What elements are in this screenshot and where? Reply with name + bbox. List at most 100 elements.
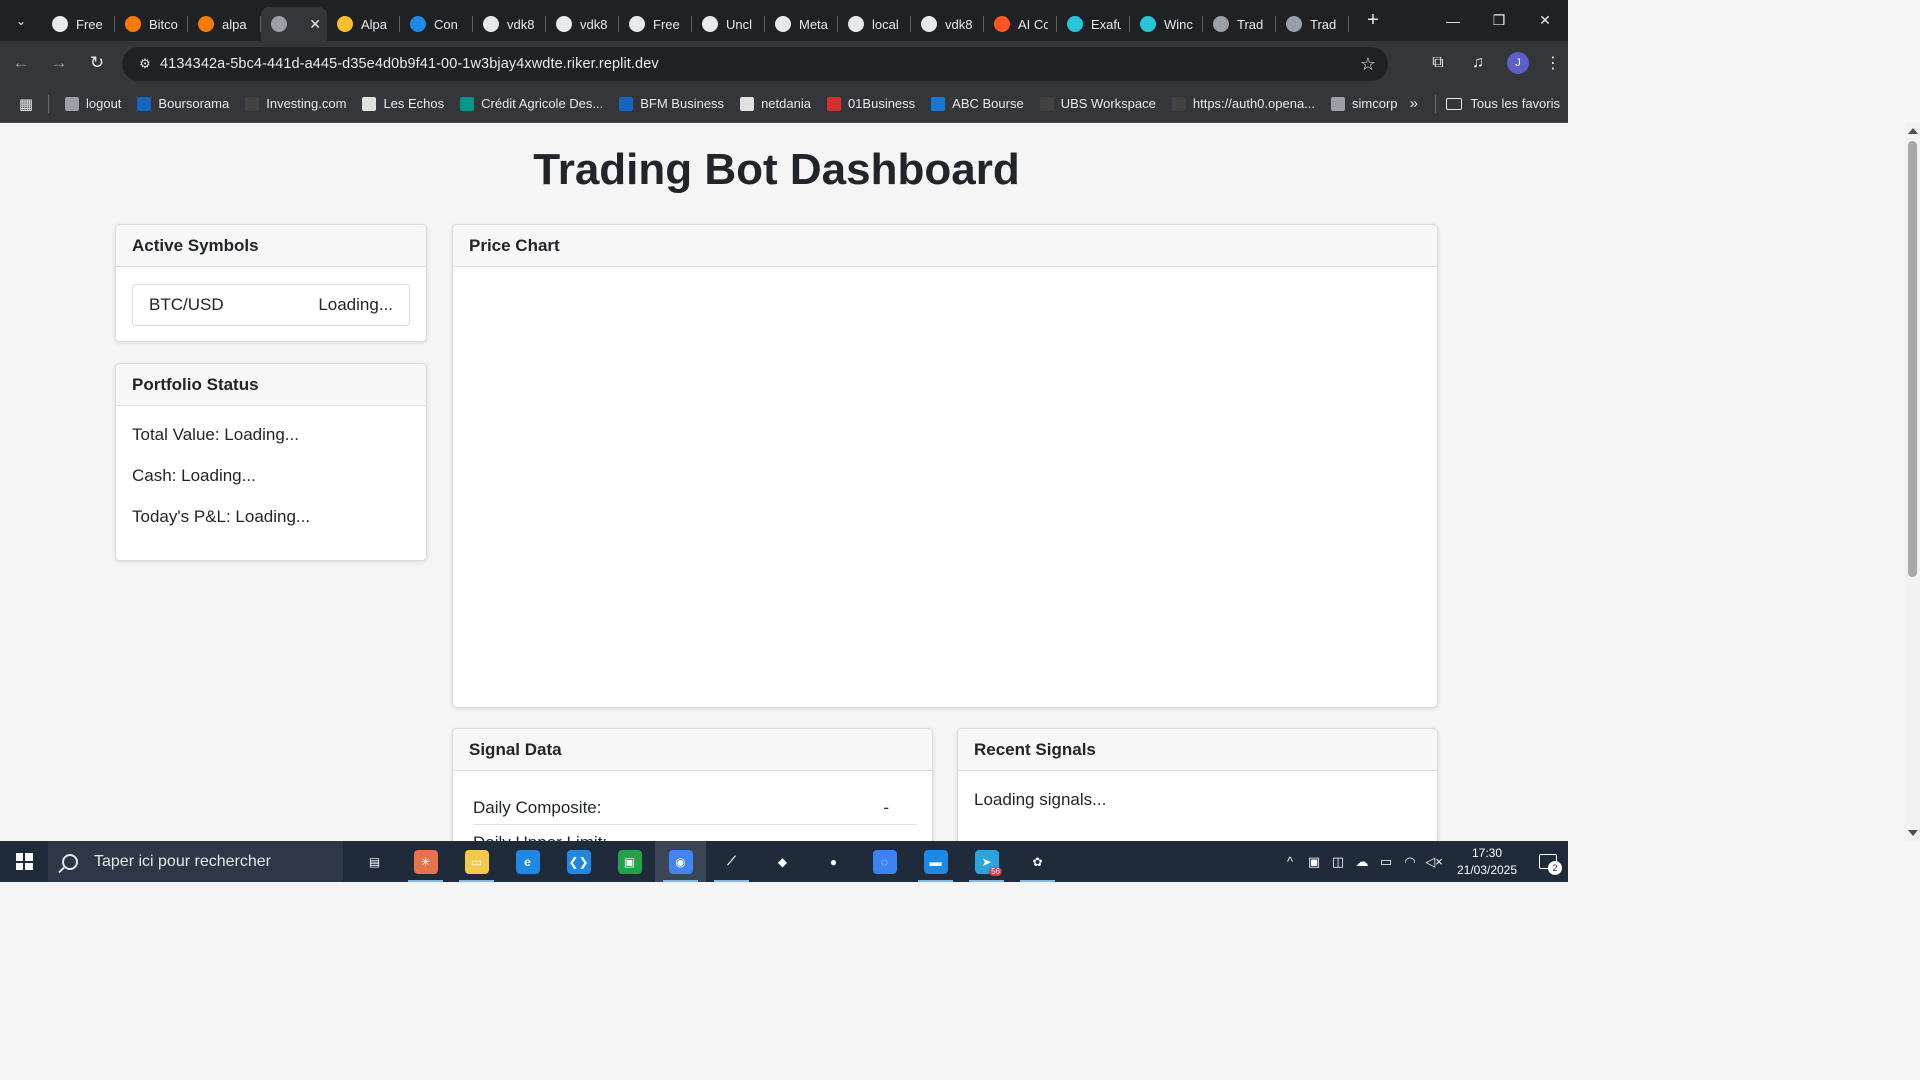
browser-tab[interactable]: Trad — [1276, 7, 1349, 41]
vscode-icon: ❮❯ — [566, 849, 591, 874]
tab-search-button[interactable]: ⌄ — [6, 6, 36, 36]
doc-icon — [702, 16, 718, 32]
taskbar-app[interactable]: ◉ — [655, 841, 706, 882]
taskbar-app[interactable]: ⟋ — [706, 841, 757, 882]
bookmark-item[interactable]: logout — [57, 90, 129, 118]
paypal-icon — [410, 16, 426, 32]
browser-tab[interactable]: Con — [400, 7, 473, 41]
taskbar-app[interactable]: ▭ — [451, 841, 502, 882]
page-scrollbar[interactable] — [1905, 123, 1920, 841]
notification-center-button[interactable]: 2 — [1528, 841, 1568, 882]
browser-tab[interactable]: Free — [42, 7, 115, 41]
browser-tab[interactable]: Bitco — [115, 7, 188, 41]
browser-tab[interactable]: Meta — [765, 7, 838, 41]
taskbar-app[interactable]: ❮❯ — [553, 841, 604, 882]
bookmark-item[interactable]: Crédit Agricole Des... — [452, 90, 611, 118]
cash-value: Cash: Loading... — [132, 466, 256, 485]
card-header: Signal Data — [453, 729, 932, 771]
minimize-button[interactable]: — — [1430, 0, 1476, 41]
profile-avatar[interactable]: J — [1507, 52, 1529, 74]
more-bookmarks-icon[interactable]: » — [1410, 95, 1418, 112]
browser-tab[interactable]: Uncl — [692, 7, 765, 41]
close-tab-icon[interactable]: ✕ — [309, 16, 321, 33]
browser-tab[interactable]: local — [838, 7, 911, 41]
browser-tab[interactable]: ✕ — [261, 7, 327, 41]
bookmark-item[interactable]: https://auth0.opena... — [1164, 90, 1323, 118]
media-control-icon[interactable]: ♫ — [1458, 46, 1498, 80]
clock[interactable]: 17:30 21/03/2025 — [1446, 845, 1528, 879]
address-bar[interactable]: ⚙ 4134342a-5bc4-441d-a445-d35e4d0b9f41-0… — [122, 47, 1388, 81]
taskbar-app[interactable]: ● — [808, 841, 859, 882]
speaker-muted-icon[interactable]: ◁× — [1422, 854, 1446, 870]
bookmark-item[interactable]: 01Business — [819, 90, 923, 118]
reload-button[interactable]: ↻ — [80, 46, 114, 80]
tray-app-icon[interactable]: ▣ — [1302, 854, 1326, 870]
bookmark-star-icon[interactable]: ☆ — [1360, 54, 1376, 75]
start-button[interactable] — [0, 841, 48, 882]
forward-button[interactable]: → — [42, 46, 76, 80]
all-bookmarks-button[interactable]: Tous les favoris — [1446, 96, 1560, 111]
browser-tab[interactable]: AI Co — [984, 7, 1057, 41]
bookmark-item[interactable]: netdania — [732, 90, 819, 118]
taskbar-app[interactable]: ➤ 56 — [961, 841, 1012, 882]
site-settings-icon[interactable]: ⚙ — [130, 56, 160, 72]
tray-camera-icon[interactable]: ◫ — [1326, 854, 1350, 870]
chevron-up-icon[interactable]: ^ — [1278, 854, 1302, 869]
browser-tab[interactable]: vdk8 — [911, 7, 984, 41]
taskbar-app[interactable]: ◌ — [859, 841, 910, 882]
symbol-name: BTC/USD — [149, 295, 224, 314]
wifi-icon[interactable]: ◠ — [1398, 854, 1422, 870]
bookmark-item[interactable]: UBS Workspace — [1032, 90, 1164, 118]
page-content: Trading Bot Dashboard Active Symbols BTC… — [0, 123, 1553, 841]
taskbar-app[interactable]: ✿ — [1012, 841, 1063, 882]
taskbar-search[interactable]: Taper ici pour rechercher — [48, 841, 343, 882]
signal-row: Daily Composite: - — [473, 792, 917, 825]
taskbar-app[interactable]: ✳ — [400, 841, 451, 882]
scroll-down-arrow-icon[interactable] — [1908, 830, 1918, 836]
taskbar-app[interactable]: ▬ — [910, 841, 961, 882]
extensions-icon[interactable]: ⧉ — [1418, 46, 1458, 80]
tab-label: Winc — [1164, 16, 1193, 32]
windows-taskbar: Taper ici pour rechercher ▤ ✳ ▭ e ❮❯ ▣ ◉ ⟋ ◆ ● ◌ ▬ ➤… — [0, 841, 1568, 882]
search-placeholder: Taper ici pour rechercher — [94, 852, 271, 870]
bookmark-item[interactable]: BFM Business — [611, 90, 732, 118]
bookmark-label: Boursorama — [158, 96, 230, 111]
bookmark-list: logout Boursorama Investing.com Les Echos Cr… — [57, 90, 1406, 118]
date: 21/03/2025 — [1456, 862, 1518, 877]
browser-tab[interactable]: Trad — [1203, 7, 1276, 41]
browser-tab[interactable]: vdk8 — [473, 7, 546, 41]
browser-tab[interactable]: Winc — [1130, 7, 1203, 41]
recent-signals-card: Recent Signals Loading signals... — [957, 728, 1438, 841]
bookmark-item[interactable]: Boursorama — [129, 90, 237, 118]
close-window-button[interactable]: ✕ — [1522, 0, 1568, 41]
taskbar-app[interactable]: e — [502, 841, 553, 882]
taskbar-app[interactable]: ◆ — [757, 841, 808, 882]
bookmark-item[interactable]: ABC Bourse — [923, 90, 1032, 118]
url-text[interactable]: 4134342a-5bc4-441d-a445-d35e4d0b9f41-00-… — [160, 56, 659, 72]
menu-dots-icon[interactable]: ⋮ — [1538, 46, 1568, 80]
browser-tab[interactable]: Free — [619, 7, 692, 41]
browser-tab[interactable]: vdk8 — [546, 7, 619, 41]
scrollbar-thumb[interactable] — [1908, 141, 1917, 577]
apps-grid-icon[interactable]: ▦ — [8, 95, 44, 113]
symbol-status: Loading... — [318, 295, 393, 314]
back-button[interactable]: ← — [4, 46, 38, 80]
restore-button[interactable]: ❐ — [1476, 0, 1522, 41]
chart-area[interactable] — [453, 268, 1437, 707]
onedrive-icon[interactable]: ☁ — [1350, 854, 1374, 870]
bookmark-item[interactable]: Les Echos — [354, 90, 452, 118]
new-tab-button[interactable]: + — [1359, 7, 1387, 35]
bookmark-item[interactable]: simcorp — [1323, 90, 1406, 118]
bookmark-favicon-icon — [1039, 96, 1054, 111]
symbol-item[interactable]: BTC/USD Loading... — [132, 284, 410, 326]
taskbar-app[interactable]: ▣ — [604, 841, 655, 882]
browser-tab[interactable]: alpa — [188, 7, 261, 41]
browser-tab[interactable]: Exafu — [1057, 7, 1130, 41]
browser-tab[interactable]: Alpa — [327, 7, 400, 41]
tab-label: Alpa — [361, 16, 388, 32]
taskbar-app[interactable]: ▤ — [349, 841, 400, 882]
bookmark-item[interactable]: Investing.com — [237, 90, 354, 118]
bear-icon — [848, 16, 864, 32]
battery-icon[interactable]: ▭ — [1374, 854, 1398, 870]
scroll-up-arrow-icon[interactable] — [1908, 128, 1918, 134]
